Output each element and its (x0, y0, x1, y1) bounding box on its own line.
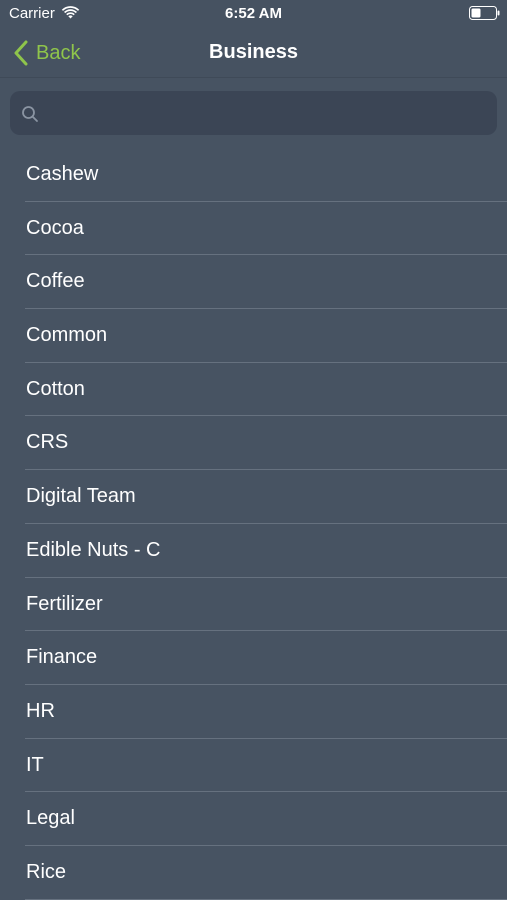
list-item[interactable]: Cotton (0, 363, 507, 417)
page-title: Business (209, 41, 298, 63)
list-item-label: Rice (26, 860, 67, 883)
list-item[interactable]: Coffee (0, 255, 507, 309)
list-item-label: Cotton (26, 377, 85, 400)
search-input[interactable] (10, 91, 497, 135)
list-item-label: Edible Nuts - C (26, 538, 161, 561)
list-item[interactable]: Legal (0, 792, 507, 846)
list-item[interactable]: Common (0, 309, 507, 363)
list-item[interactable]: Cocoa (0, 202, 507, 256)
list-item[interactable]: Edible Nuts - C (0, 524, 507, 578)
list-item[interactable]: Digital Team (0, 470, 507, 524)
list-item-label: Fertilizer (26, 592, 103, 615)
list-item-label: Finance (26, 646, 98, 669)
list-item-label: IT (26, 753, 44, 776)
list-item[interactable]: Rice (0, 846, 507, 900)
status-time: 6:52 AM (225, 5, 282, 22)
battery-icon (469, 6, 500, 20)
list-item[interactable]: IT (0, 739, 507, 793)
list-item-label: Coffee (26, 270, 85, 293)
status-bar: Carrier 6:52 AM (0, 0, 507, 28)
list-item-label: CRS (26, 431, 69, 454)
list-item-label: Legal (26, 807, 75, 830)
list-item[interactable]: Fertilizer (0, 578, 507, 632)
search-bar (0, 79, 507, 145)
list-item[interactable]: HR (0, 685, 507, 739)
list-item[interactable]: CRS (0, 416, 507, 470)
list-item-label: Common (26, 324, 108, 347)
list-item-label: Cashew (26, 163, 99, 185)
list-item-label: HR (26, 699, 55, 722)
list-item-label: Digital Team (26, 485, 136, 508)
list-item[interactable]: Finance (0, 631, 507, 685)
list-item[interactable]: Cashew (0, 148, 507, 202)
business-list: Cashew Cocoa Coffee Common Cotton CRS Di… (0, 148, 507, 900)
list-item-label: Cocoa (26, 216, 84, 239)
navigation-bar: Back Business (0, 28, 507, 78)
